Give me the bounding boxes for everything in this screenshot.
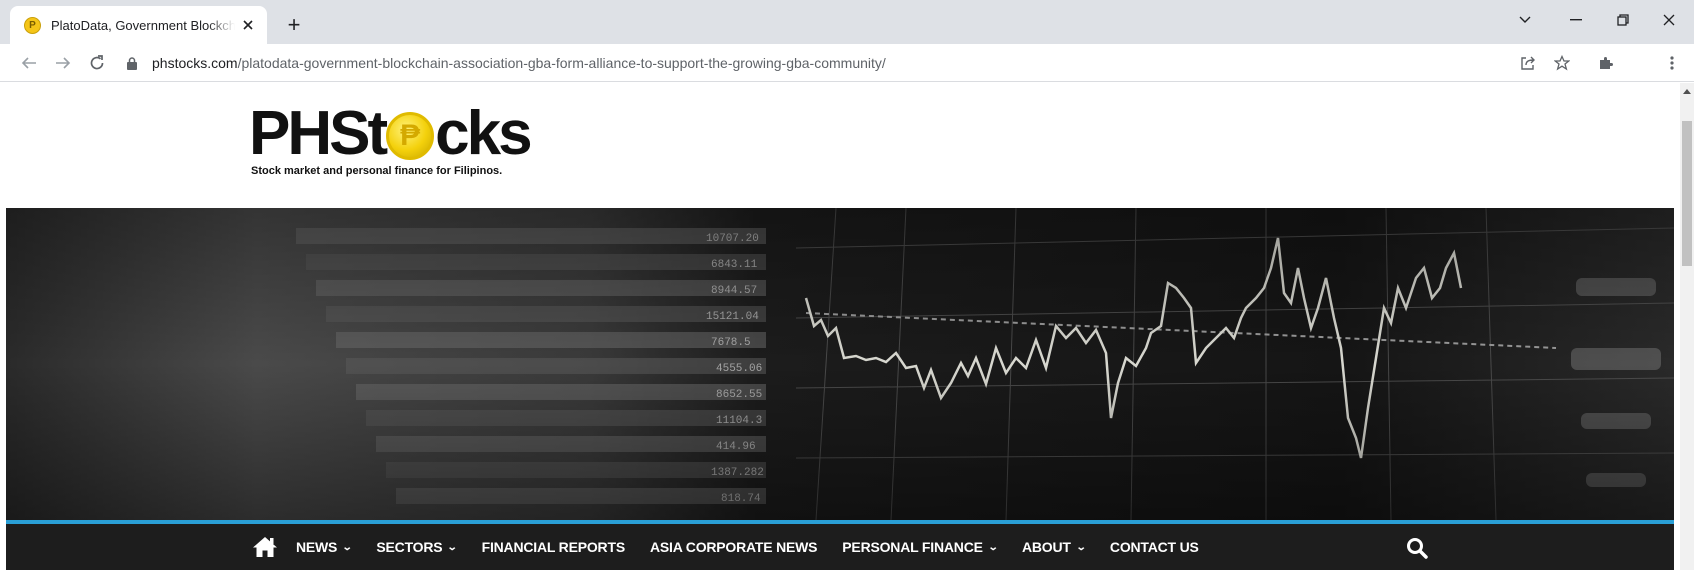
menu-icon[interactable]	[1659, 50, 1685, 76]
nav-item-personal-finance[interactable]: PERSONAL FINANCE ⌄	[842, 539, 999, 555]
tab-strip: P PlatoData, Government Blockchain Assoc…	[0, 0, 1694, 44]
vertical-scrollbar[interactable]	[1680, 83, 1694, 570]
tab-title: PlatoData, Government Blockchain Associa…	[51, 17, 235, 33]
scrollbar-thumb[interactable]	[1682, 121, 1692, 266]
star-icon[interactable]	[1549, 50, 1575, 76]
browser-toolbar: phstocks.com/platodata-government-blockc…	[0, 44, 1694, 82]
chevron-down-icon: ⌄	[1075, 541, 1087, 553]
stock-chart-photo-icon: 10707.206843.11 8944.5715121.04 7678.545…	[6, 208, 1674, 520]
share-icon[interactable]	[1515, 50, 1541, 76]
chevron-down-icon: ⌄	[341, 541, 353, 553]
main-navigation: NEWS ⌄ SECTORS ⌄ FINANCIAL REPORTS ASIA CO…	[6, 524, 1674, 570]
chevron-down-icon: ⌄	[987, 541, 999, 553]
nav-item-about[interactable]: ABOUT ⌄	[1022, 539, 1087, 555]
chevron-down-icon: ⌄	[447, 541, 458, 553]
home-icon[interactable]	[250, 535, 280, 559]
hero-banner-image: 10707.206843.11 8944.5715121.04 7678.545…	[6, 208, 1674, 520]
address-bar[interactable]: phstocks.com/platodata-government-blockc…	[124, 48, 1514, 78]
url-path: /platodata-government-blockchain-associa…	[237, 55, 886, 71]
logo-suffix: cks	[435, 99, 532, 168]
nav-item-contact-us[interactable]: CONTACT US	[1110, 539, 1199, 555]
browser-tab[interactable]: P PlatoData, Government Blockchain Assoc…	[10, 6, 267, 44]
restore-icon[interactable]	[1598, 0, 1648, 40]
logo-tagline: Stock market and personal finance for Fi…	[251, 165, 503, 177]
minimize-icon[interactable]	[1551, 0, 1601, 40]
tab-search-chevron-down-icon[interactable]	[1500, 0, 1550, 40]
forward-icon[interactable]	[50, 50, 76, 76]
back-icon[interactable]	[16, 50, 42, 76]
nav-menu: NEWS ⌄ SECTORS ⌄ FINANCIAL REPORTS ASIA CO…	[250, 524, 1224, 570]
extensions-icon[interactable]	[1593, 50, 1619, 76]
scroll-up-arrow-icon[interactable]	[1683, 89, 1691, 94]
search-icon[interactable]	[1406, 537, 1428, 559]
tab-close-icon[interactable]	[239, 16, 257, 34]
reload-icon[interactable]	[84, 50, 110, 76]
url-host: phstocks.com	[152, 55, 238, 71]
logo-wordmark: PHSt ₱ cks	[249, 99, 533, 168]
page-content: PHSt ₱ cks Stock market and personal finan…	[0, 83, 1680, 570]
nav-item-financial-reports[interactable]: FINANCIAL REPORTS	[482, 539, 626, 555]
new-tab-button[interactable]: +	[281, 12, 307, 38]
nav-item-sectors[interactable]: SECTORS ⌄	[376, 539, 458, 555]
nav-item-news[interactable]: NEWS ⌄	[296, 539, 353, 555]
logo-prefix: PHSt	[249, 99, 388, 168]
lock-icon[interactable]	[124, 55, 140, 71]
favicon-icon: P	[24, 16, 41, 34]
window-close-icon[interactable]	[1644, 0, 1694, 40]
peso-coin-icon: ₱	[386, 112, 435, 160]
nav-item-asia-corporate-news[interactable]: ASIA CORPORATE NEWS	[650, 539, 818, 555]
